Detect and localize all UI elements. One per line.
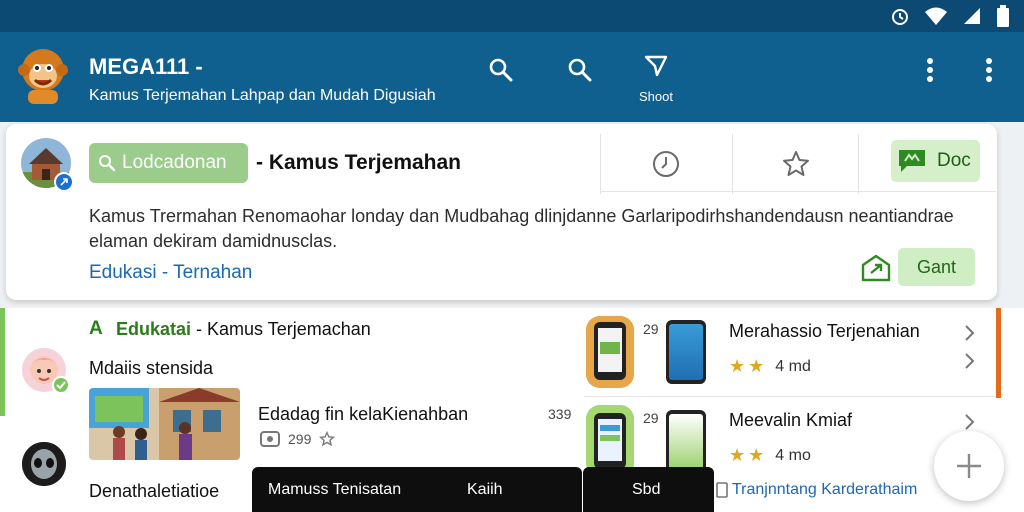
star-outline-icon[interactable] [319, 431, 336, 447]
star-filled-icon: ★ [729, 356, 746, 376]
doc-button-label: Doc [937, 150, 971, 171]
app-name[interactable]: Meevalin Kmiaf [729, 410, 852, 431]
alien-avatar-icon [22, 442, 66, 486]
star-filled-icon: ★ [748, 445, 765, 465]
search-icon [489, 58, 513, 82]
divider [600, 191, 996, 192]
list-item-title[interactable]: Denathaletiatioe [89, 481, 219, 502]
section-title: Edukatai - Kamus Terjemachan [116, 319, 371, 340]
item-meta: 299 [260, 431, 336, 447]
status-bar [0, 0, 1024, 32]
battery-icon [997, 5, 1009, 27]
card-title: - Kamus Terjemahan [256, 151, 462, 174]
item-number: 339 [548, 406, 572, 422]
phone-app-icon [586, 316, 634, 388]
shoot-button[interactable] [636, 46, 676, 86]
snackbar-action-2[interactable]: Sbd [632, 481, 660, 499]
divider [600, 134, 601, 194]
chat-icon [899, 150, 925, 172]
classroom-photo-icon [89, 388, 240, 460]
gant-button[interactable]: Gant [898, 248, 975, 286]
app-rating: ★ ★ 4 md [729, 356, 811, 377]
snackbar-action[interactable]: Kaiih [467, 481, 503, 499]
check-badge-icon [52, 376, 70, 394]
rating-text: 4 md [775, 357, 811, 375]
search-icon [568, 58, 592, 82]
app-rating: ★ ★ 4 mo [729, 445, 811, 466]
send-icon [644, 55, 668, 77]
app-name[interactable]: Merahassio Terjenahian [729, 321, 920, 342]
list-item-title[interactable]: Mdaiis stensida [89, 358, 213, 379]
plus-icon [957, 454, 981, 478]
app-title: MEGA111 - [89, 54, 203, 79]
phone-screen [669, 324, 703, 380]
favorite-button[interactable] [774, 142, 818, 186]
bottom-link-text: Tranjnntang Karderathaim [732, 481, 918, 498]
shoot-label: Shoot [639, 89, 673, 104]
verified-badge [54, 172, 74, 192]
snackbar-text: Mamuss Tenisatan [268, 481, 402, 498]
share-icon[interactable] [860, 252, 892, 284]
bottom-link[interactable]: Tranjnntang Karderathaim [716, 481, 917, 499]
star-filled-icon: ★ [748, 356, 765, 376]
app-icon[interactable] [586, 316, 634, 388]
search-chip-label: Lodcadonan [122, 152, 227, 173]
chevron-right-icon[interactable] [962, 352, 976, 370]
overflow-menu-button[interactable] [910, 50, 950, 90]
item-count: 299 [288, 431, 312, 447]
app-number: 29 [643, 410, 659, 426]
divider [732, 134, 733, 194]
section-title-category: Edukatai [116, 319, 192, 339]
pin-icon [60, 178, 68, 186]
add-button[interactable] [934, 431, 1004, 501]
star-filled-icon: ★ [729, 445, 746, 465]
app-number: 29 [643, 321, 659, 337]
phone-screen [669, 414, 703, 470]
search-icon [99, 155, 116, 172]
dictionary-card: Lodcadonan - Kamus Terjemahan Doc Kamus … [6, 124, 997, 300]
document-icon [716, 482, 728, 498]
signal-icon [964, 8, 980, 24]
avatar[interactable] [22, 442, 66, 486]
clock-icon [653, 151, 679, 177]
app-screenshot[interactable] [666, 410, 706, 474]
search-chip[interactable]: Lodcadonan [89, 143, 248, 183]
section-title-rest: - Kamus Terjemachan [191, 319, 371, 339]
image-icon [260, 431, 280, 447]
monkey-logo-icon[interactable] [18, 46, 68, 106]
app-screenshot[interactable] [666, 320, 706, 384]
card-description: Kamus Trermahan Renomaohar londay dan Mu… [89, 206, 954, 251]
wifi-icon [925, 7, 947, 25]
accent-bar [0, 308, 5, 416]
chevron-right-icon[interactable] [962, 413, 976, 431]
divider [858, 134, 859, 194]
chevron-right-icon[interactable] [962, 324, 976, 342]
search-button-2[interactable] [560, 50, 600, 90]
alarm-icon [892, 9, 908, 25]
app-subtitle: Kamus Terjemahan Lahpap dan Mudah Digusi… [89, 87, 436, 104]
doc-button[interactable]: Doc [891, 140, 980, 182]
section-letter: A [89, 318, 103, 339]
more-vert-icon [986, 58, 992, 82]
more-vert-icon [927, 58, 933, 82]
app-bar: MEGA111 - Kamus Terjemahan Lahpap dan Mu… [0, 32, 1024, 122]
accent-bar [996, 308, 1001, 398]
divider [584, 396, 996, 397]
search-button[interactable] [481, 50, 521, 90]
overflow-menu-button-2[interactable] [969, 50, 1009, 90]
list-item-title[interactable]: Edadag fin kelaKienahban [258, 404, 468, 425]
item-thumbnail[interactable] [89, 388, 240, 460]
history-button[interactable] [644, 142, 688, 186]
category-link[interactable]: Edukasi - Ternahan [89, 262, 252, 284]
star-outline-icon [783, 151, 809, 176]
rating-text: 4 mo [775, 446, 811, 464]
